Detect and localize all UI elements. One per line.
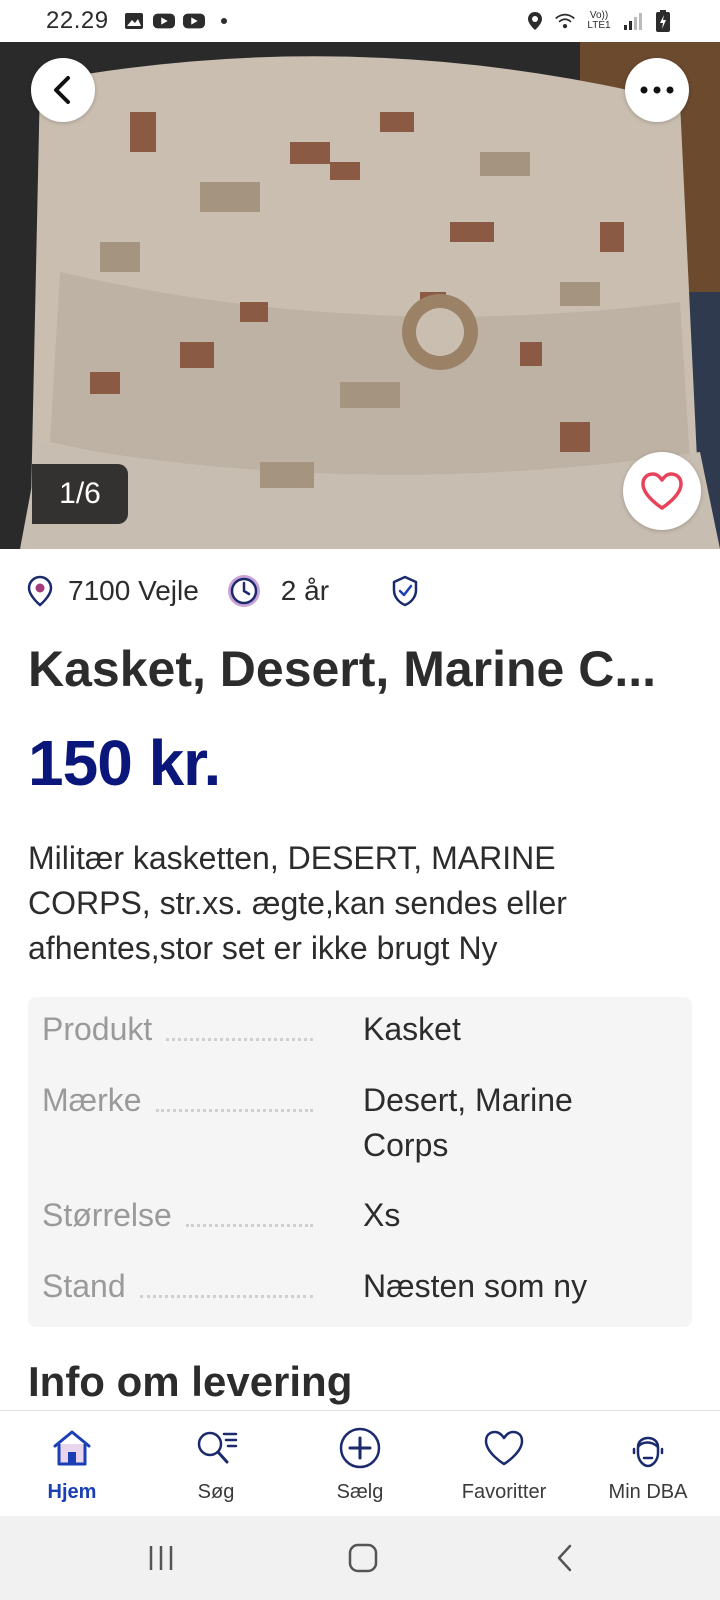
nav-label: Søg: [197, 1481, 235, 1503]
age-text: 2 år: [280, 575, 330, 606]
more-options-button[interactable]: [625, 58, 689, 122]
search-icon: [193, 1425, 239, 1471]
home-icon: [49, 1425, 95, 1471]
listing-image-carousel[interactable]: 1/6: [0, 42, 720, 549]
spec-row-stand: Stand Næsten som ny: [28, 1264, 692, 1309]
system-navigation-bar: [0, 1516, 720, 1600]
favorite-button[interactable]: [623, 452, 701, 530]
nav-label: Hjem: [47, 1481, 97, 1503]
recent-apps-icon: [149, 1546, 173, 1570]
specs-table: Produkt Kasket Mærke Desert, Marine Corp…: [28, 997, 692, 1327]
nav-item-home[interactable]: Hjem: [0, 1411, 144, 1517]
profile-icon: [625, 1425, 671, 1471]
system-icons: Vo)) LTE1: [524, 10, 674, 32]
nav-item-sell[interactable]: Sælg: [288, 1411, 432, 1517]
system-back-button[interactable]: [545, 1538, 585, 1578]
listing-title: Kasket, Desert, Marine C...: [28, 641, 657, 697]
location-pin-icon: [24, 575, 56, 607]
more-icon: [640, 86, 674, 94]
home-system-button[interactable]: [343, 1538, 383, 1578]
recent-apps-button[interactable]: [141, 1538, 181, 1578]
spec-value: Desert, Marine Corps: [363, 1082, 573, 1163]
spec-label: Stand: [28, 1264, 335, 1309]
delivery-heading: Info om levering: [28, 1358, 353, 1405]
clock-icon: [225, 572, 263, 610]
status-bar: 22.29 Vo)) LTE1: [0, 0, 720, 42]
heart-icon: [641, 472, 683, 510]
location-icon: [524, 11, 546, 31]
wifi-icon: [554, 11, 576, 31]
verified-badge[interactable]: [389, 575, 433, 607]
nav-label: Favoritter: [461, 1481, 547, 1503]
nav-label: Sælg: [336, 1481, 384, 1503]
back-button[interactable]: [31, 58, 95, 122]
nav-item-search[interactable]: Søg: [144, 1411, 288, 1517]
spec-row-maerke: Mærke Desert, Marine Corps: [28, 1078, 692, 1168]
spec-value: Xs: [363, 1197, 401, 1233]
network-label: Vo)) LTE1: [587, 10, 611, 31]
spec-row-stoerrelse: Størrelse Xs: [28, 1193, 692, 1238]
nav-label: Min DBA: [608, 1481, 688, 1503]
spec-row-produkt: Produkt Kasket: [28, 1007, 692, 1052]
listing-price: 150 kr.: [28, 727, 221, 799]
spec-label: Mærke: [28, 1078, 335, 1168]
image-counter: 1/6: [32, 464, 128, 524]
location-text: 7100 Vejle: [68, 575, 199, 606]
age-info: 2 år: [225, 572, 329, 610]
chevron-left-icon: [54, 76, 70, 104]
youtube-icon: [152, 11, 175, 31]
battery-icon: [652, 10, 674, 32]
spec-value: Kasket: [363, 1011, 461, 1047]
shield-check-icon: [389, 575, 421, 607]
location-info: 7100 Vejle: [24, 575, 199, 607]
youtube-icon: [182, 11, 205, 31]
spec-label: Størrelse: [28, 1193, 335, 1238]
status-time: 22.29: [46, 7, 109, 34]
heart-icon: [481, 1425, 527, 1471]
notification-icons: [123, 11, 235, 31]
listing-description: Militær kasketten, DESERT, MARINE CORPS,…: [28, 840, 567, 966]
bottom-navigation: Hjem Søg Sælg Favoritter Min DBA: [0, 1410, 720, 1516]
spec-label: Produkt: [28, 1007, 335, 1052]
nav-item-favorites[interactable]: Favoritter: [432, 1411, 576, 1517]
plus-circle-icon: [337, 1425, 383, 1471]
signal-icon: [622, 11, 644, 31]
nav-item-profile[interactable]: Min DBA: [576, 1411, 720, 1517]
chevron-left-icon: [557, 1544, 572, 1572]
spec-value: Næsten som ny: [363, 1268, 588, 1304]
home-square-icon: [348, 1543, 378, 1573]
listing-meta: 7100 Vejle 2 år: [24, 570, 433, 612]
image-icon: [123, 11, 145, 31]
dot-icon: [213, 11, 235, 31]
